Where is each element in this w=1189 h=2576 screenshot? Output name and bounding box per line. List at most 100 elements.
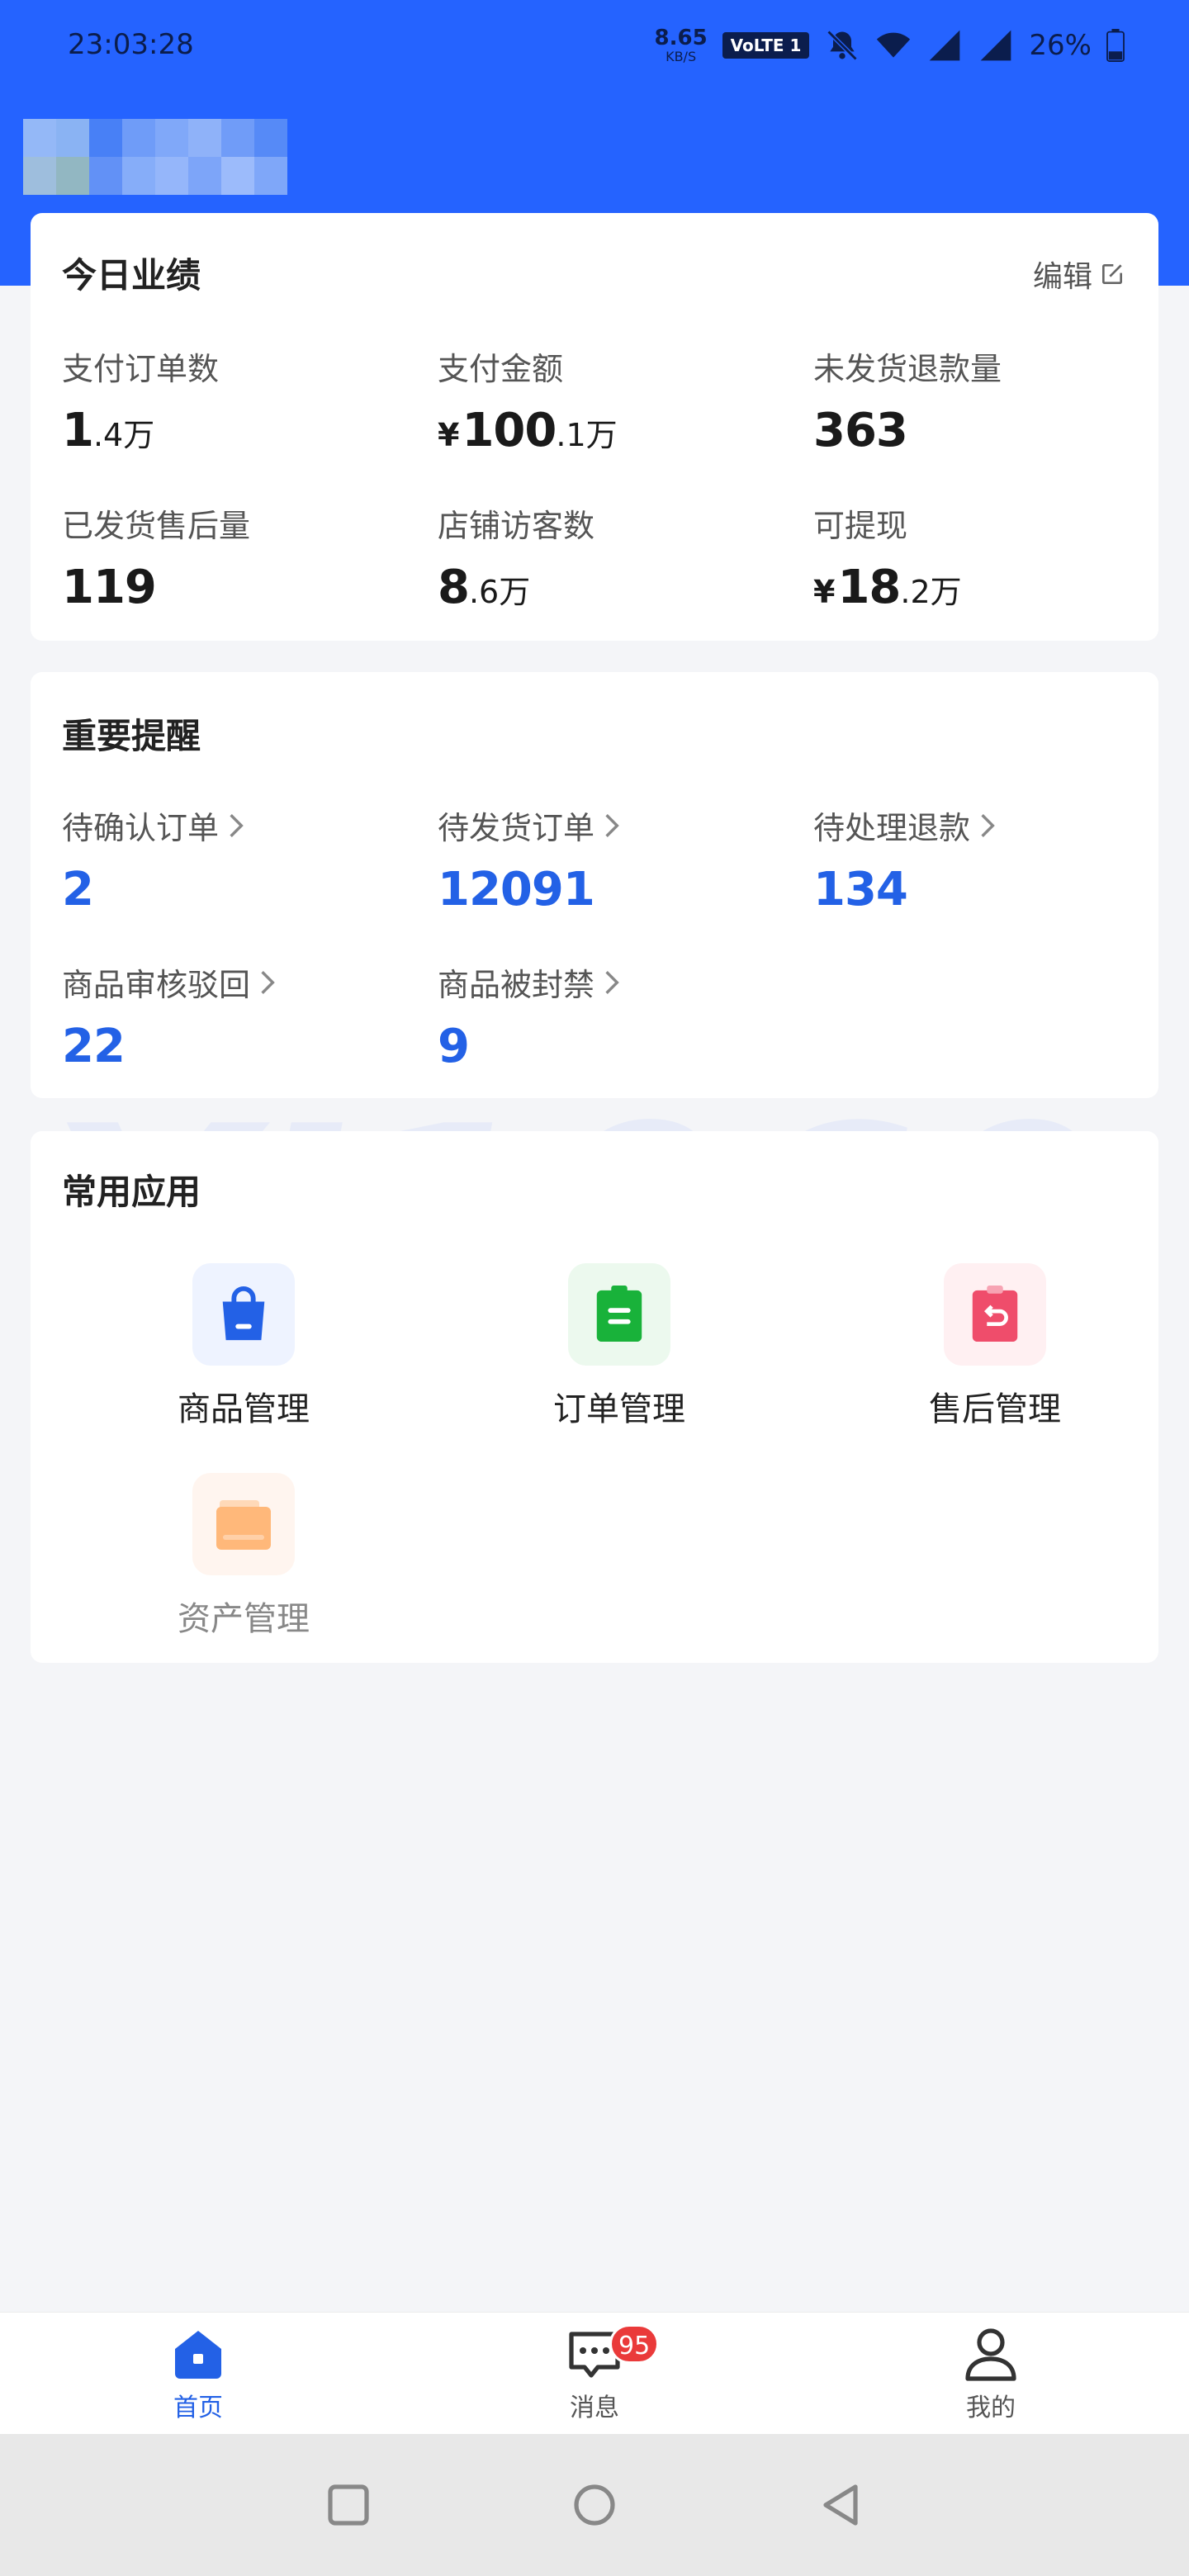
tab-label: 我的 [966, 2394, 1016, 2422]
recents-square-icon[interactable] [324, 2480, 373, 2530]
metric-value: 1.4万 [62, 404, 409, 457]
back-triangle-icon[interactable] [816, 2480, 865, 2530]
metric-value: 363 [813, 404, 1160, 457]
signal-icon [930, 30, 960, 61]
reminder-pending-ship[interactable]: 待发货订单 12091 [438, 803, 784, 916]
edit-button[interactable]: 编辑 [1033, 253, 1125, 296]
metric-value-int: 18 [837, 561, 901, 614]
chevron-right-icon [230, 813, 244, 837]
shopping-bag-icon [222, 1286, 265, 1341]
status-bar: 23:03:28 8.65 KB/S VoLTE 1 26% [0, 0, 1189, 92]
chevron-right-icon [261, 970, 275, 994]
reminder-value: 12091 [438, 863, 595, 916]
wifi-icon [877, 32, 911, 58]
edit-label: 编辑 [1032, 260, 1092, 294]
metric-value-frac: .6万 [468, 574, 531, 610]
app-label: 商品管理 [178, 1390, 310, 1428]
metric-value-frac: .4万 [92, 417, 155, 453]
metric-label: 可提现 [813, 508, 908, 544]
battery-icon [1106, 29, 1125, 62]
metric-store-visitors[interactable]: 店铺访客数 8.6万 [438, 500, 784, 614]
reminder-value: 134 [813, 863, 908, 916]
reminder-review-rejected[interactable]: 商品审核驳回 22 [62, 959, 409, 1073]
metric-value-int: 100 [462, 404, 557, 457]
reminder-label-text: 待发货订单 [438, 810, 595, 846]
app-label: 资产管理 [178, 1600, 310, 1638]
tab-label: 消息 [570, 2394, 619, 2422]
chevron-right-icon [981, 813, 995, 837]
app-product-management[interactable]: 商品管理 [144, 1263, 343, 1430]
order-clipboard-icon [596, 1286, 642, 1342]
shop-identity-blurred[interactable] [23, 119, 287, 195]
reminder-value: 22 [62, 1020, 126, 1073]
reminder-label: 待处理退款 [813, 803, 1160, 848]
metric-label: 支付订单数 [62, 351, 220, 387]
metric-value-int: 119 [62, 561, 157, 614]
status-time: 23:03:28 [68, 28, 194, 61]
reminder-pending-confirm[interactable]: 待确认订单 2 [62, 803, 409, 916]
app-icon-bg [568, 1263, 670, 1366]
signal-icon-2 [981, 30, 1011, 61]
metric-value-frac: .2万 [900, 574, 962, 610]
tab-profile[interactable]: 我的 [892, 2324, 1090, 2423]
app-asset-management[interactable]: 资产管理 [144, 1473, 343, 1640]
metric-paid-orders[interactable]: 支付订单数 1.4万 [62, 343, 409, 457]
metric-label: 已发货售后量 [62, 508, 251, 544]
tab-home[interactable]: 首页 [99, 2324, 297, 2423]
performance-title: 今日业绩 [62, 255, 201, 296]
edit-icon [1102, 264, 1122, 284]
metric-value-int: 363 [813, 404, 908, 457]
metric-paid-amount[interactable]: 支付金额 ¥100.1万 [438, 343, 784, 457]
unread-badge: 95 [609, 2324, 660, 2364]
volte-indicator: VoLTE 1 [722, 32, 810, 59]
app-after-sales-management[interactable]: 售后管理 [896, 1263, 1094, 1430]
metric-unshipped-refunds[interactable]: 未发货退款量 363 [813, 343, 1160, 457]
reminders-title: 重要提醒 [62, 716, 201, 756]
app-icon-bg [192, 1263, 295, 1366]
apps-card: 常用应用 商品管理 订单管理 售后管理 资产管理 [31, 1131, 1158, 1663]
reminder-value: 9 [438, 1020, 470, 1073]
bottom-tab-bar: 首页 95 消息 我的 [0, 2312, 1189, 2434]
chevron-right-icon [605, 970, 619, 994]
home-icon [175, 2331, 221, 2379]
bell-muted-icon [827, 30, 858, 61]
reminder-banned-products[interactable]: 商品被封禁 9 [438, 959, 784, 1073]
chevron-right-icon [605, 813, 619, 837]
network-speed-value: 8.65 [654, 26, 708, 50]
reminder-label: 商品被封禁 [438, 959, 784, 1005]
app-label: 订单管理 [553, 1390, 685, 1428]
metric-value-int: 8 [438, 561, 470, 614]
metric-label: 未发货退款量 [813, 351, 1002, 387]
app-order-management[interactable]: 订单管理 [520, 1263, 718, 1430]
reminder-label: 待发货订单 [438, 803, 784, 848]
reminder-label: 商品审核驳回 [62, 959, 409, 1005]
network-speed: 8.65 KB/S [655, 27, 708, 64]
tab-messages[interactable]: 95 消息 [495, 2324, 694, 2423]
reminder-label-text: 待确认订单 [62, 810, 220, 846]
currency-symbol: ¥ [438, 417, 459, 453]
user-icon [965, 2328, 1016, 2381]
reminder-label: 待确认订单 [62, 803, 409, 848]
reminder-pending-refunds[interactable]: 待处理退款 134 [813, 803, 1160, 916]
app-label: 售后管理 [929, 1390, 1061, 1428]
battery-percentage: 26% [1029, 29, 1092, 62]
metric-label: 店铺访客数 [438, 508, 595, 544]
reminder-value: 2 [62, 863, 94, 916]
metric-value: 119 [62, 561, 409, 614]
metric-withdrawable[interactable]: 可提现 ¥18.2万 [813, 500, 1160, 614]
reminders-card: 重要提醒 待确认订单 2 待发货订单 12091 待处理退款 134 商品审核驳… [31, 672, 1158, 1098]
reminder-label-text: 商品审核驳回 [62, 967, 251, 1003]
app-icon-bg [192, 1473, 295, 1575]
system-navigation-bar [0, 2434, 1189, 2576]
home-circle-icon[interactable] [570, 2480, 619, 2530]
performance-card: 今日业绩 编辑 支付订单数 1.4万 支付金额 ¥100.1万 未发货退款量 3… [31, 213, 1158, 641]
reminder-label-text: 待处理退款 [813, 810, 971, 846]
wallet-icon [216, 1500, 271, 1550]
metric-value: ¥100.1万 [438, 404, 784, 457]
tab-label: 首页 [173, 2394, 223, 2422]
reminder-label-text: 商品被封禁 [438, 967, 595, 1003]
metric-value: ¥18.2万 [813, 561, 1160, 614]
metric-shipped-after-sales[interactable]: 已发货售后量 119 [62, 500, 409, 614]
network-speed-unit: KB/S [666, 49, 697, 64]
metric-value: 8.6万 [438, 561, 784, 614]
